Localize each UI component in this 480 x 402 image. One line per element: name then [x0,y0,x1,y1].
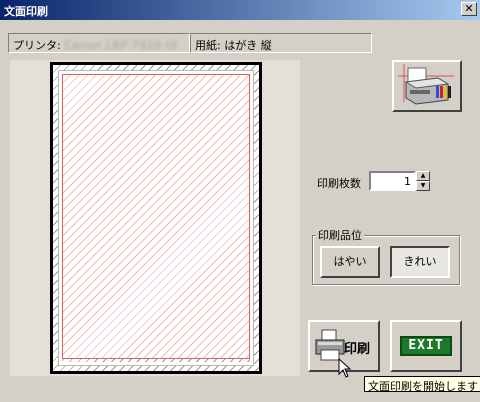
title-bar: 文面印刷 ✕ [0,0,480,20]
copies-input[interactable]: 1 [369,171,416,191]
tooltip: 文面印刷を開始します [364,376,480,393]
paper-status-field: 用紙: はがき 縦 [190,33,372,53]
exit-button[interactable]: EXIT [390,320,462,372]
quality-legend: 印刷品位 [316,227,364,243]
printer-setup-button[interactable] [392,60,462,112]
copies-stepper[interactable]: 1 ▲ ▼ [369,171,431,191]
close-button[interactable]: ✕ [461,2,477,16]
exit-sign-icon: EXIT [400,336,452,356]
printer-label: プリンタ: [13,39,61,52]
mouse-cursor-icon [338,358,352,378]
copies-label: 印刷枚数 [317,177,361,190]
arrow-up-icon: ▲ [420,172,426,179]
postcard-preview [50,62,262,374]
paper-text: 用紙: はがき 縦 [195,39,272,52]
print-label: 印刷 [344,342,371,357]
spin-up-button[interactable]: ▲ [416,171,430,181]
printer-icon [398,64,454,105]
window-title: 文面印刷 [4,5,48,18]
printable-area [62,74,250,359]
quality-fine-button[interactable]: きれい [390,246,450,278]
spin-down-button[interactable]: ▼ [416,181,430,191]
quality-fast-button[interactable]: はやい [320,246,380,278]
printer-status-field: プリンタ: Canon LBP-7010 Ul [8,33,190,53]
printer-name: Canon LBP-7010 Ul [64,39,178,52]
arrow-down-icon: ▼ [420,182,426,189]
close-icon: ✕ [464,2,474,15]
